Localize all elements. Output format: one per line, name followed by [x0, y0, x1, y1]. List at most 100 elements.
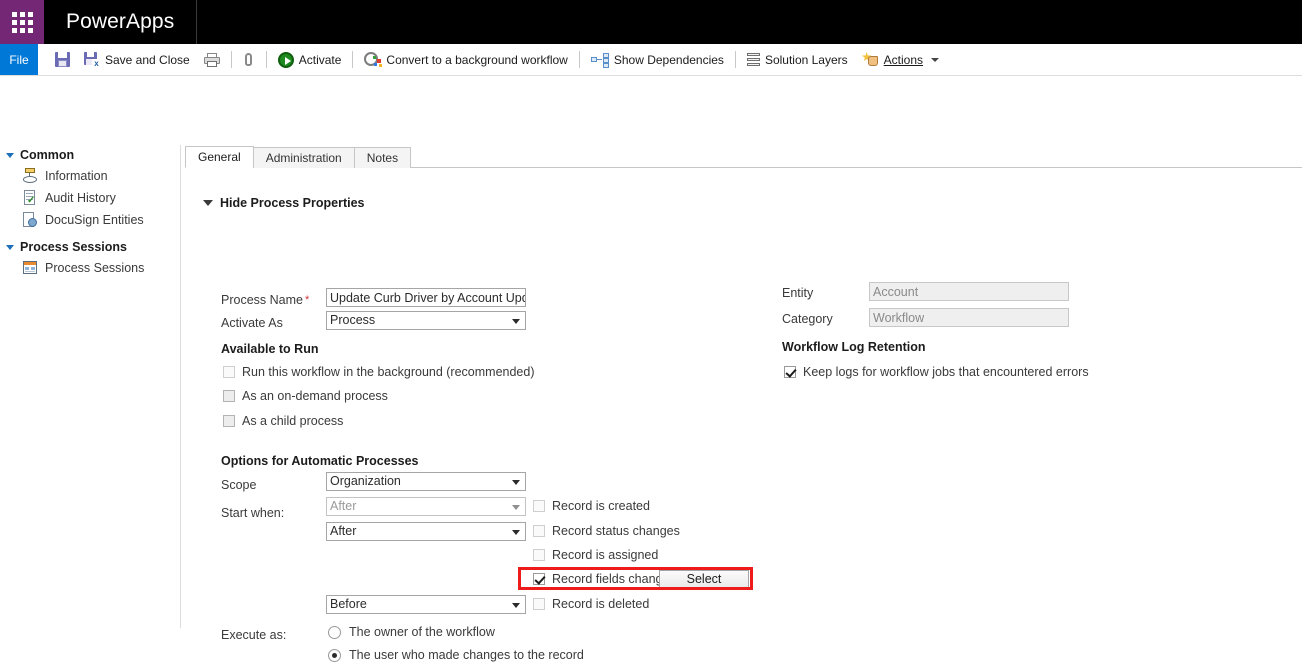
start-when-select-2[interactable]: After	[326, 522, 526, 541]
keep-logs-checkbox-row[interactable]: Keep logs for workflow jobs that encount…	[784, 365, 1089, 379]
chevron-down-icon	[512, 479, 520, 485]
start-when-select-3[interactable]: Before	[326, 595, 526, 614]
solution-layers-label: Solution Layers	[764, 52, 848, 67]
start-when-value-1: After	[330, 499, 357, 513]
show-dependencies-button[interactable]: Show Dependencies	[584, 47, 731, 73]
available-to-run-heading: Available to Run	[221, 342, 319, 356]
entity-label: Entity	[782, 286, 814, 300]
record-is-assigned-checkbox-row[interactable]: Record is assigned	[533, 548, 658, 562]
record-is-assigned-checkbox[interactable]	[533, 549, 545, 561]
convert-label: Convert to a background workflow	[386, 52, 568, 67]
ribbon-divider	[578, 51, 580, 68]
sidebar-item-audit-history[interactable]: ✓ Audit History	[0, 187, 180, 209]
sidebar-group-common[interactable]: Common	[0, 145, 180, 165]
sidebar-item-docusign-entities[interactable]: DocuSign Entities	[0, 209, 180, 231]
collapse-triangle-icon	[6, 244, 14, 250]
child-process-checkbox[interactable]	[223, 415, 235, 427]
save-and-close-button[interactable]: x Save and Close	[77, 47, 197, 73]
record-status-changes-checkbox[interactable]	[533, 525, 545, 537]
scope-select[interactable]: Organization	[326, 472, 526, 491]
chevron-down-icon	[203, 200, 213, 206]
select-fields-button[interactable]: Select	[659, 570, 749, 589]
activate-as-label: Activate As	[221, 316, 283, 330]
sidebar: Common Information ✓ Audit History DocuS…	[0, 145, 181, 628]
required-asterisk: *	[304, 294, 310, 306]
activate-button[interactable]: Activate	[271, 47, 349, 73]
execute-as-user-radio-row[interactable]: The user who made changes to the record	[328, 648, 584, 662]
child-process-checkbox-row[interactable]: As a child process	[223, 414, 343, 428]
chevron-down-icon	[931, 57, 940, 62]
process-name-input[interactable]: Update Curb Driver by Account Updates	[326, 288, 526, 307]
ribbon-commands: x Save and Close Activate Convert to a b…	[48, 44, 946, 75]
tab-general[interactable]: General	[185, 146, 254, 168]
actions-label: Actions	[883, 52, 924, 67]
record-fields-change-checkbox-row[interactable]: Record fields change	[533, 572, 669, 586]
start-when-label: Start when:	[221, 506, 285, 520]
file-tab[interactable]: File	[0, 44, 38, 75]
save-and-close-label: Save and Close	[105, 52, 190, 67]
execute-as-user-radio[interactable]	[328, 648, 341, 662]
tab-notes[interactable]: Notes	[353, 147, 412, 168]
scope-value: Organization	[330, 474, 401, 488]
docusign-icon	[22, 212, 38, 228]
ribbon-divider	[734, 51, 736, 68]
tab-administration[interactable]: Administration	[252, 147, 355, 168]
on-demand-process-checkbox[interactable]	[223, 390, 235, 402]
record-is-created-checkbox-row[interactable]: Record is created	[533, 499, 650, 513]
run-in-background-checkbox-row[interactable]: Run this workflow in the background (rec…	[223, 365, 535, 379]
activate-label: Activate	[298, 52, 342, 67]
attach-button[interactable]	[236, 47, 262, 73]
process-icon	[22, 168, 38, 184]
tab-strip: General Administration Notes	[185, 145, 1302, 168]
record-status-changes-checkbox-row[interactable]: Record status changes	[533, 524, 680, 538]
activate-icon	[277, 51, 294, 68]
hide-process-properties-label: Hide Process Properties	[220, 196, 365, 210]
record-fields-change-label: Record fields change	[552, 572, 670, 586]
waffle-grid	[11, 11, 33, 33]
category-label: Category	[782, 312, 833, 326]
record-is-assigned-label: Record is assigned	[552, 548, 659, 562]
brand-title: PowerApps	[44, 0, 198, 44]
hide-process-properties-toggle[interactable]: Hide Process Properties	[203, 196, 1302, 210]
activate-as-select[interactable]: Process	[326, 311, 526, 330]
sidebar-item-label: Audit History	[45, 191, 116, 205]
execute-as-label: Execute as:	[221, 628, 287, 642]
execute-as-owner-radio-row[interactable]: The owner of the workflow	[328, 625, 495, 639]
sidebar-item-process-sessions[interactable]: Process Sessions	[0, 257, 180, 279]
execute-as-user-label: The user who made changes to the record	[349, 648, 584, 662]
app-launcher-icon[interactable]	[0, 0, 44, 44]
record-is-created-checkbox[interactable]	[533, 500, 545, 512]
convert-to-background-workflow-button[interactable]: Convert to a background workflow	[357, 47, 574, 73]
sidebar-item-information[interactable]: Information	[0, 165, 180, 187]
activate-as-value: Process	[330, 313, 376, 327]
on-demand-process-checkbox-row[interactable]: As an on-demand process	[223, 389, 388, 403]
record-fields-change-checkbox[interactable]	[533, 573, 545, 585]
record-is-deleted-checkbox-row[interactable]: Record is deleted	[533, 597, 649, 611]
solution-layers-button[interactable]: Solution Layers	[740, 47, 855, 73]
run-in-background-label: Run this workflow in the background (rec…	[242, 365, 535, 379]
page-header: Process: Update Curb Driver by Account U…	[0, 76, 1302, 204]
ribbon-divider	[265, 51, 267, 68]
save-button[interactable]	[48, 47, 77, 73]
sidebar-item-label: Information	[45, 169, 108, 183]
sidebar-group-process-sessions[interactable]: Process Sessions	[0, 237, 180, 257]
record-is-created-label: Record is created	[552, 499, 650, 513]
start-when-select-1[interactable]: After	[326, 497, 526, 516]
keep-logs-label: Keep logs for workflow jobs that encount…	[803, 365, 1089, 379]
record-status-changes-label: Record status changes	[552, 524, 680, 538]
top-app-bar: PowerApps	[0, 0, 1302, 44]
keep-logs-checkbox[interactable]	[784, 366, 796, 378]
workflow-log-retention-heading: Workflow Log Retention	[782, 340, 926, 354]
record-is-deleted-checkbox[interactable]	[533, 598, 545, 610]
actions-menu-button[interactable]: Actions	[855, 47, 946, 73]
layers-icon	[746, 52, 760, 67]
print-button[interactable]	[197, 47, 227, 73]
execute-as-owner-radio[interactable]	[328, 625, 341, 639]
paperclip-icon	[243, 52, 255, 68]
chevron-down-icon	[512, 529, 520, 535]
audit-icon: ✓	[22, 190, 38, 206]
actions-icon	[861, 52, 879, 67]
save-icon	[55, 52, 70, 67]
run-in-background-checkbox[interactable]	[223, 366, 235, 378]
entity-value: Account	[869, 282, 1069, 301]
